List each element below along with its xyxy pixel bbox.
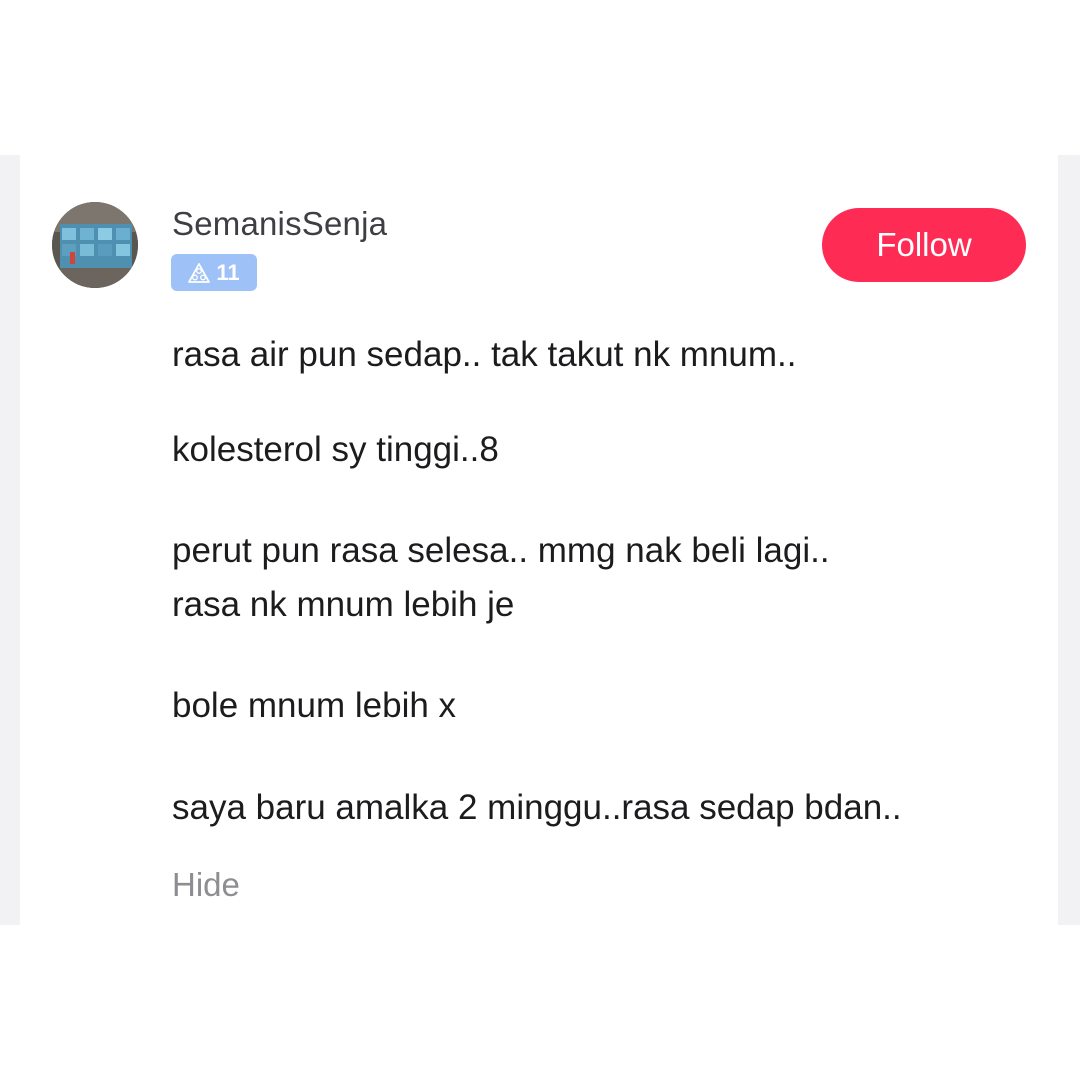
username[interactable]: SemanisSenja — [172, 205, 387, 243]
comment-line-5: bole mnum lebih x — [172, 686, 457, 725]
comment-line-2: kolesterol sy tinggi..8 — [172, 430, 499, 469]
page: SemanisSenja 11 Follow rasa air pun seda… — [0, 0, 1080, 1080]
card-edge-right — [1058, 155, 1080, 925]
comment-line-4: rasa nk mnum lebih je — [172, 585, 515, 624]
follow-button[interactable]: Follow — [822, 208, 1026, 282]
card-edge-left — [0, 155, 20, 925]
avatar[interactable] — [52, 202, 138, 288]
level-badge: 11 — [171, 254, 257, 291]
avatar-image — [52, 202, 138, 288]
comment-line-6: saya baru amalka 2 minggu..rasa sedap bd… — [172, 788, 902, 827]
comment-line-3: perut pun rasa selesa.. mmg nak beli lag… — [172, 531, 830, 570]
comment-line-1: rasa air pun sedap.. tak takut nk mnum.. — [172, 335, 797, 374]
level-badge-number: 11 — [216, 259, 240, 285]
hide-button[interactable]: Hide — [172, 866, 240, 904]
level-triangle-icon — [188, 262, 211, 283]
